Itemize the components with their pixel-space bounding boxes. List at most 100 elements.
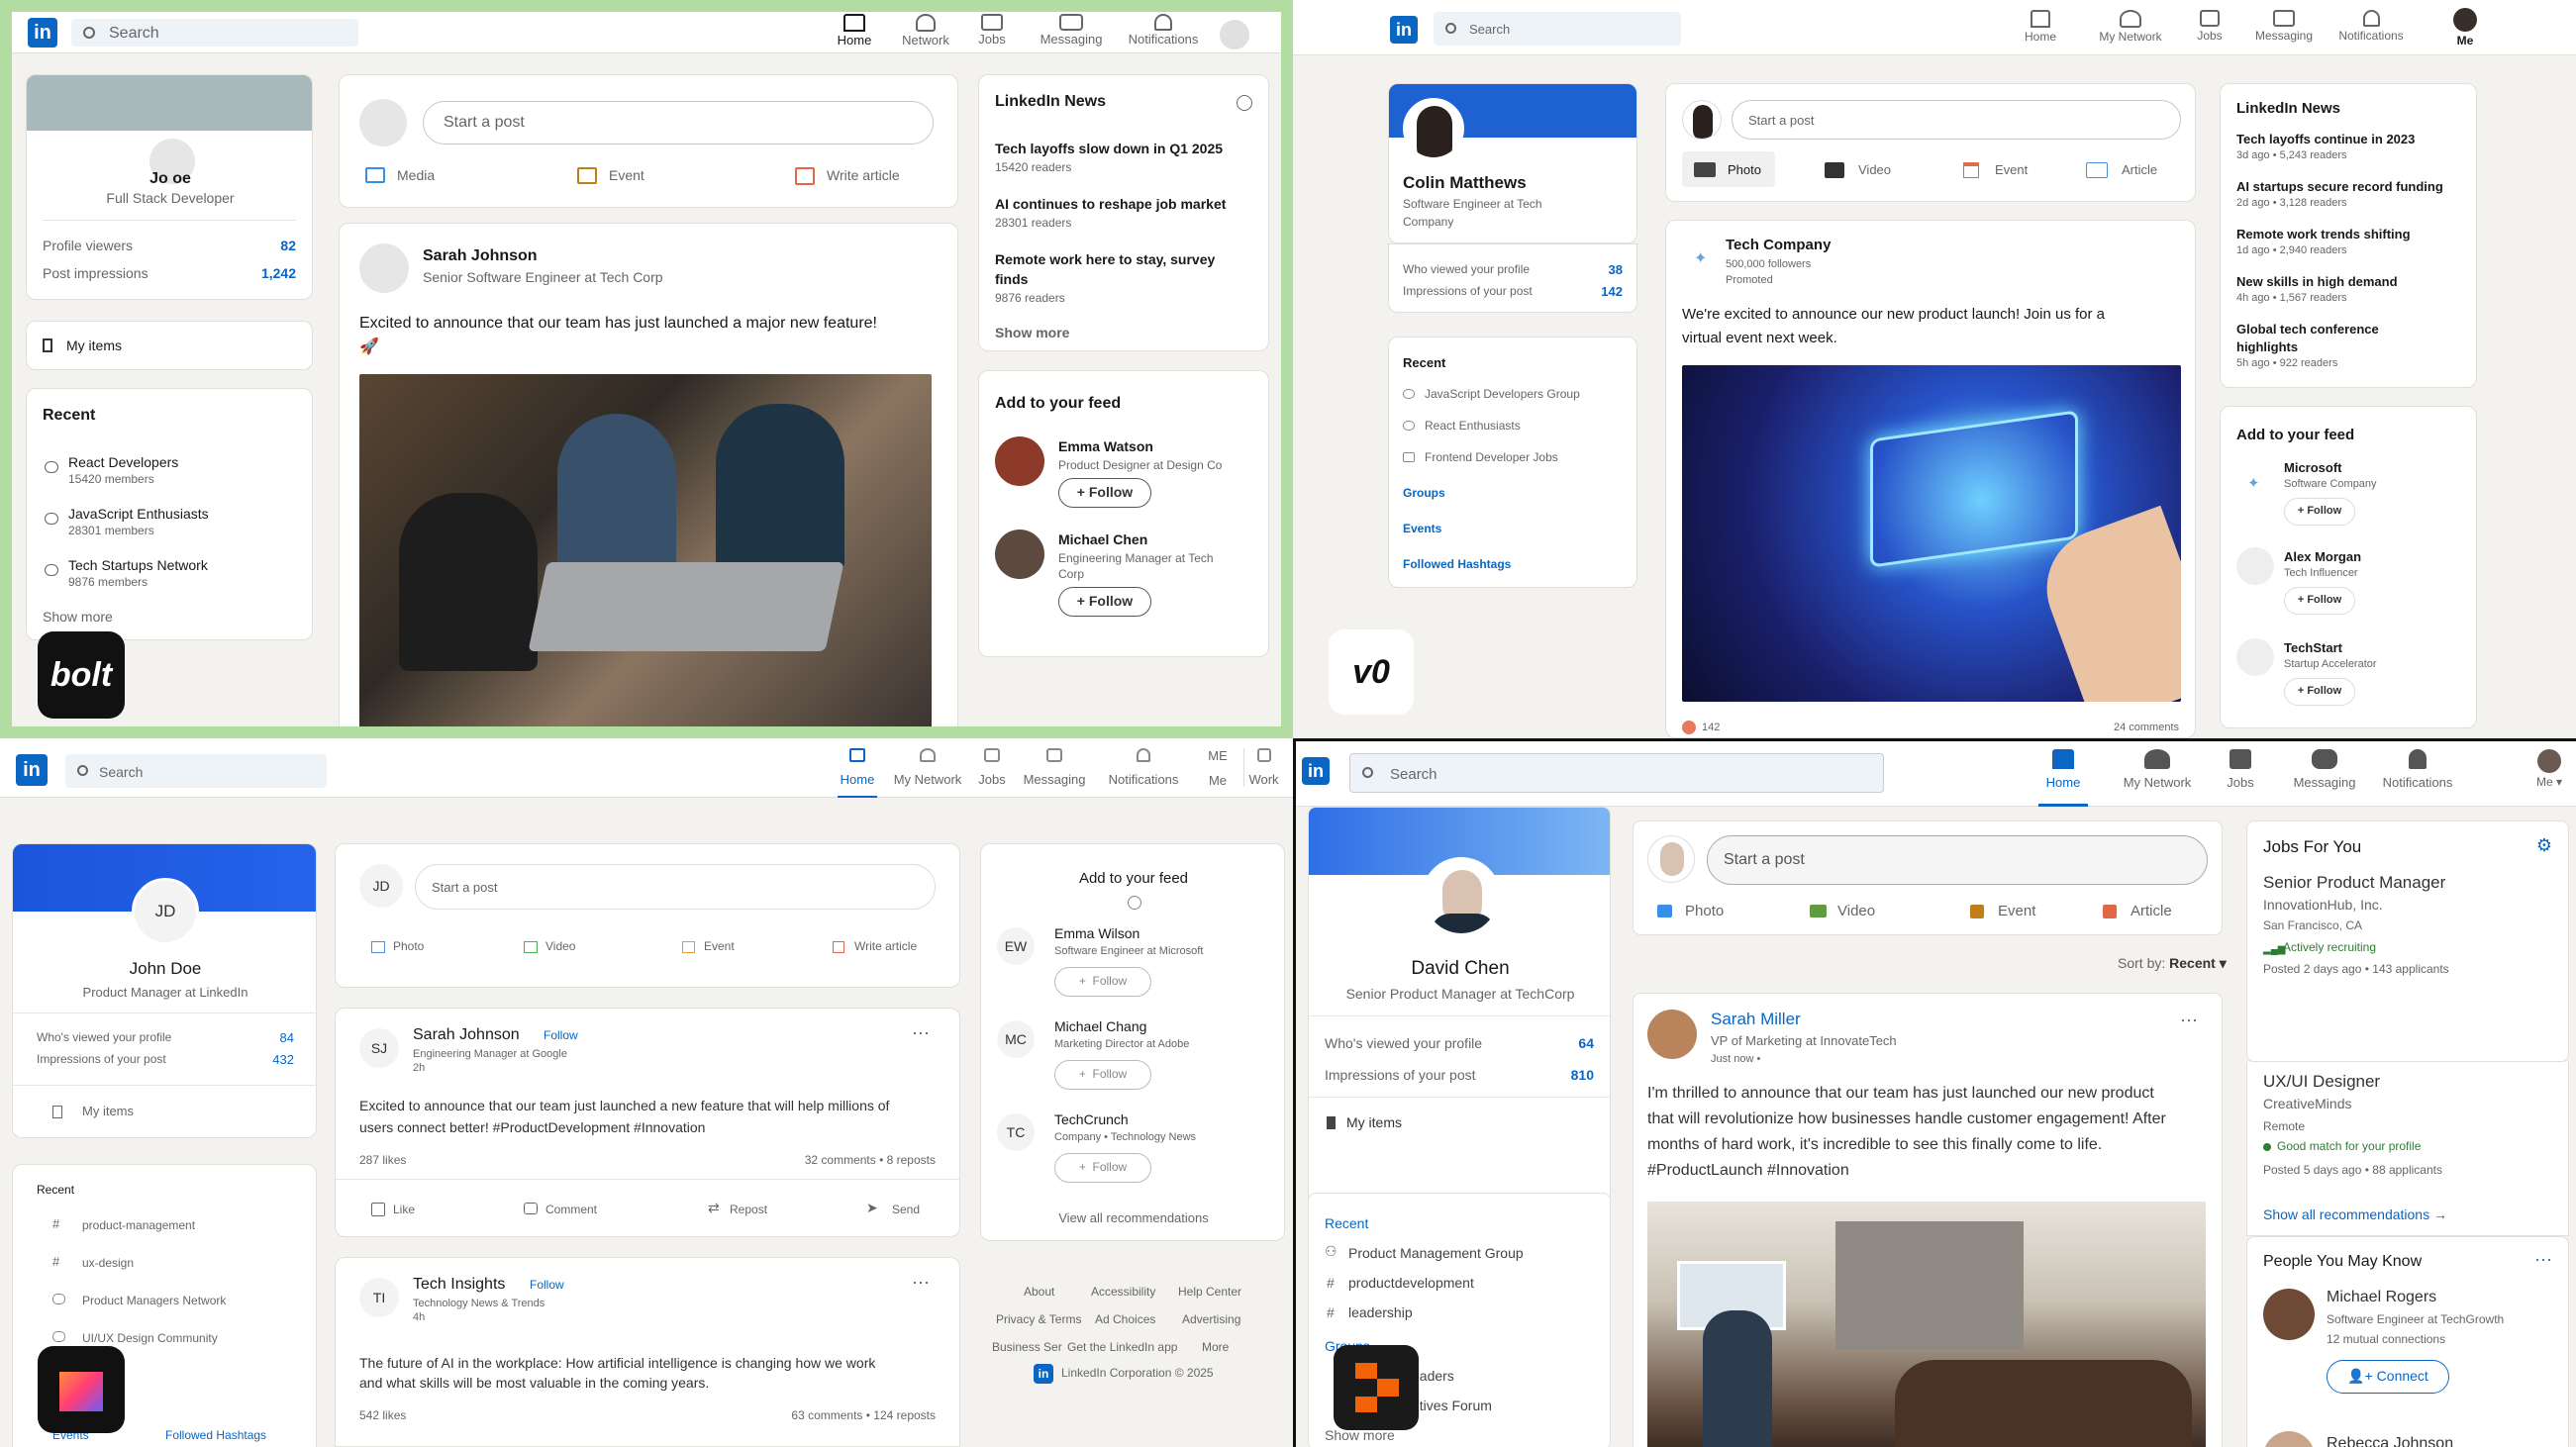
post-author-avatar[interactable]: SJ <box>359 1028 399 1068</box>
suggest-name[interactable]: Michael Rogers <box>2327 1289 2436 1306</box>
suggest-name[interactable]: Emma Wilson <box>1054 925 1139 941</box>
view-all-recommendations[interactable]: View all recommendations <box>981 1210 1286 1225</box>
hashtags-link[interactable]: Followed Hashtags <box>165 1428 266 1442</box>
nav-work[interactable]: Work <box>1243 748 1283 787</box>
footer-link[interactable]: Business Ser <box>992 1340 1062 1354</box>
nav-jobs[interactable]: Jobs <box>2190 10 2229 45</box>
post-author[interactable]: Sarah Johnson <box>423 247 538 265</box>
post-author[interactable]: Sarah Miller <box>1711 1010 1801 1029</box>
viewers-label[interactable]: Who viewed your profile <box>1403 262 1530 276</box>
follow-button[interactable]: + Follow <box>1054 1153 1151 1183</box>
impressions-count[interactable]: 1,242 <box>261 265 296 281</box>
profile-name[interactable]: Colin Matthews <box>1403 173 1527 193</box>
footer-link[interactable]: Get the LinkedIn app <box>1067 1340 1177 1354</box>
viewers-count[interactable]: 84 <box>280 1030 294 1045</box>
suggest-name[interactable]: Michael Chang <box>1054 1018 1146 1034</box>
more-menu-icon[interactable]: ··· <box>912 1272 930 1293</box>
post-author[interactable]: Sarah Johnson <box>413 1026 520 1044</box>
nav-me[interactable]: Me <box>2445 8 2485 49</box>
start-post-input[interactable]: Start a post <box>1732 100 2181 140</box>
post-author-avatar[interactable] <box>359 243 409 293</box>
viewers-count[interactable]: 64 <box>1578 1035 1594 1051</box>
groups-link[interactable]: Groups <box>1403 486 1445 500</box>
nav-notifications[interactable]: Notifications <box>2373 749 2462 790</box>
suggest-name[interactable]: Rebecca Johnson <box>2327 1435 2453 1447</box>
post-image[interactable] <box>1647 1202 2206 1447</box>
nav-messaging[interactable]: Messaging <box>1032 14 1111 48</box>
my-items-label[interactable]: My items <box>1346 1114 1402 1130</box>
follow-link[interactable]: Follow <box>530 1278 564 1292</box>
nav-me[interactable]: Me ▾ <box>2529 749 2569 789</box>
show-all-jobs-link[interactable]: Show all recommendations → <box>2263 1206 2447 1222</box>
more-menu-icon[interactable]: ··· <box>2534 1249 2552 1270</box>
profile-name[interactable]: David Chen <box>1309 958 1610 980</box>
profile-avatar[interactable] <box>1422 857 1501 936</box>
recent-title[interactable]: Recent <box>1325 1215 1368 1231</box>
post-author[interactable]: Tech Company <box>1726 237 1831 253</box>
suggest-name[interactable]: TechStart <box>2284 640 2342 655</box>
nav-notifications[interactable]: Notifications <box>2327 10 2416 45</box>
microsoft-logo[interactable]: ✦ <box>2236 466 2270 500</box>
nav-messaging[interactable]: Messaging <box>2290 749 2359 790</box>
linkedin-logo[interactable]: in <box>16 754 48 786</box>
michael-avatar[interactable] <box>2263 1289 2315 1340</box>
nav-network[interactable]: My Network <box>2116 749 2199 790</box>
me-avatar[interactable] <box>1220 20 1249 49</box>
nav-network[interactable]: Network <box>896 14 955 49</box>
search-input[interactable]: Search <box>65 754 327 788</box>
nav-network[interactable]: My Network <box>2091 10 2170 46</box>
hashtags-link[interactable]: Followed Hashtags <box>1403 557 1511 571</box>
search-input[interactable]: Search <box>1349 753 1884 793</box>
photo-button[interactable]: Photo <box>1682 151 1775 187</box>
next-avatar[interactable] <box>2263 1431 2315 1447</box>
suggest-name[interactable]: Alex Morgan <box>2284 549 2361 564</box>
nav-messaging[interactable]: Messaging <box>2249 10 2319 45</box>
suggest-avatar[interactable]: TC <box>997 1113 1035 1151</box>
start-post-input[interactable]: Start a post <box>415 864 936 910</box>
profile-avatar[interactable]: JD <box>132 878 199 945</box>
footer-link[interactable]: Accessibility <box>1091 1285 1155 1299</box>
footer-link[interactable]: Help Center <box>1178 1285 1241 1299</box>
company-logo[interactable]: ✦ <box>1682 241 1716 274</box>
follow-button[interactable]: + Follow <box>1058 478 1151 508</box>
post-author-avatar[interactable] <box>1647 1010 1697 1059</box>
suggest-avatar[interactable]: MC <box>997 1020 1035 1058</box>
info-icon[interactable] <box>1237 95 1252 111</box>
viewers-label[interactable]: Who's viewed your profile <box>37 1030 171 1044</box>
follow-link[interactable]: Follow <box>544 1028 578 1042</box>
suggest-avatar[interactable]: EW <box>997 927 1035 965</box>
suggest-name[interactable]: TechCrunch <box>1054 1111 1129 1127</box>
nav-messaging[interactable]: Messaging <box>1020 748 1089 787</box>
viewers-label[interactable]: Who's viewed your profile <box>1325 1035 1482 1051</box>
follow-button[interactable]: + Follow <box>1054 1060 1151 1090</box>
show-more-link[interactable]: Show more <box>43 609 113 625</box>
follow-button[interactable]: + Follow <box>1058 587 1151 617</box>
viewers-count[interactable]: 82 <box>280 238 296 253</box>
nav-home[interactable]: Home <box>830 14 879 49</box>
events-link[interactable]: Events <box>1403 522 1441 535</box>
footer-link[interactable]: Privacy & Terms <box>996 1312 1081 1326</box>
nav-notifications[interactable]: Notifications <box>1099 748 1188 787</box>
post-stats[interactable]: 63 comments • 124 reposts <box>791 1408 936 1422</box>
like-count[interactable]: 142 <box>1702 722 1720 733</box>
my-items-row[interactable]: My items <box>12 1085 317 1138</box>
nav-home[interactable]: Home <box>838 748 877 798</box>
footer-link[interactable]: More <box>1202 1340 1229 1354</box>
viewers-label[interactable]: Profile viewers <box>43 238 133 253</box>
impressions-label[interactable]: Post impressions <box>43 265 149 281</box>
footer-link[interactable]: Advertising <box>1182 1312 1240 1326</box>
follow-button[interactable]: + Follow <box>1054 967 1151 997</box>
nav-jobs[interactable]: Jobs <box>2221 749 2260 790</box>
alex-avatar[interactable] <box>2236 547 2274 585</box>
follow-button[interactable]: + Follow <box>2284 678 2355 706</box>
gear-icon[interactable]: ⚙ <box>2536 835 2552 856</box>
connect-button[interactable]: 👤+ Connect <box>2327 1360 2449 1394</box>
group-item[interactable]: utives Forum <box>1412 1398 1492 1413</box>
post-author-avatar[interactable]: TI <box>359 1278 399 1317</box>
techstart-avatar[interactable] <box>2236 638 2274 676</box>
post-stats[interactable]: 32 comments • 8 reposts <box>805 1153 936 1167</box>
search-input[interactable]: Search <box>1434 12 1681 46</box>
info-icon[interactable] <box>1128 896 1141 910</box>
follow-button[interactable]: + Follow <box>2284 587 2355 615</box>
nav-jobs[interactable]: Jobs <box>972 748 1012 787</box>
